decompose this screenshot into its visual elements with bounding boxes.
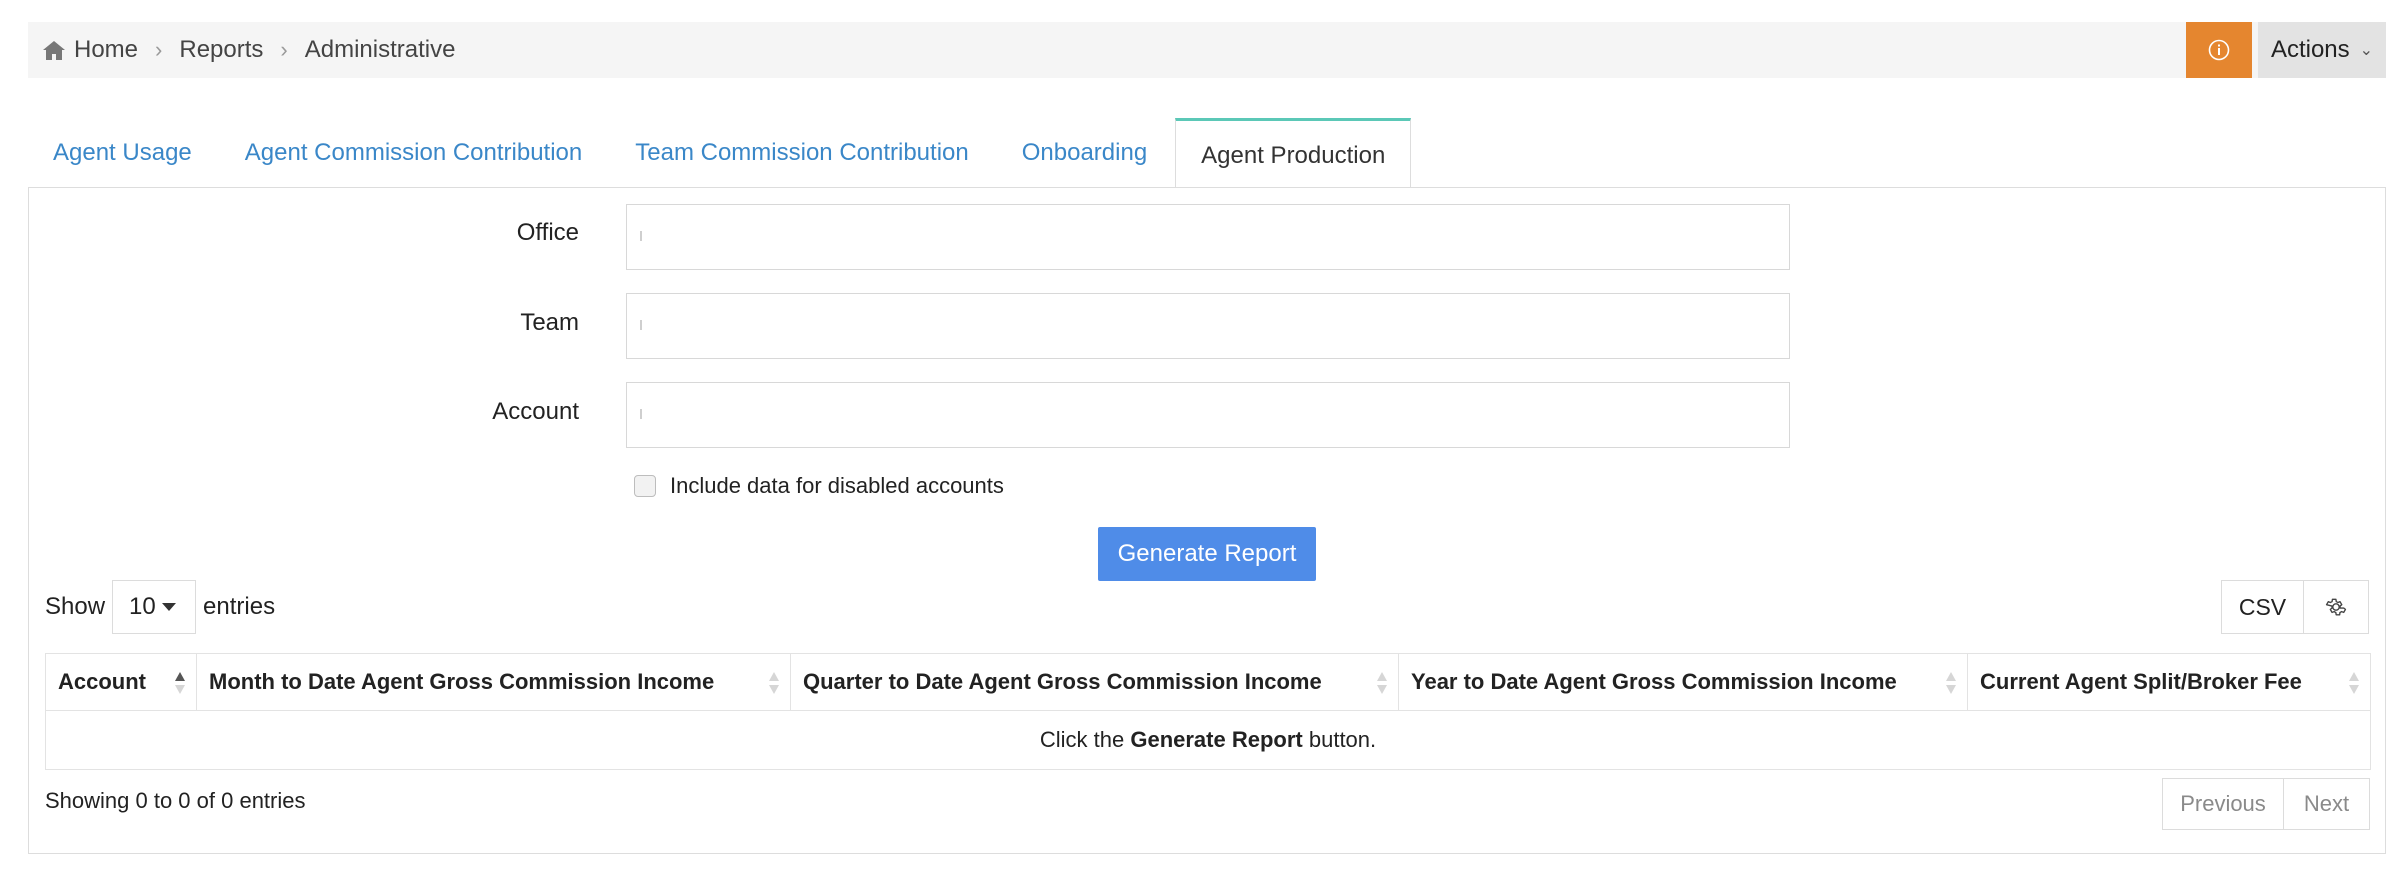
chevron-right-icon: › [155, 37, 163, 62]
account-select[interactable] [626, 382, 1790, 448]
previous-page-button[interactable]: Previous [2162, 778, 2284, 830]
tab-agent-production[interactable]: Agent Production [1175, 118, 1412, 190]
include-disabled-label[interactable]: Include data for disabled accounts [670, 473, 1004, 499]
account-label: Account [492, 398, 579, 425]
home-icon [43, 41, 65, 60]
office-select[interactable] [626, 204, 1790, 270]
breadcrumb-reports[interactable]: Reports [179, 36, 263, 64]
include-disabled-checkbox[interactable] [634, 475, 656, 497]
page-length-value: 10 [129, 593, 156, 620]
column-header-label: Month to Date Agent Gross Commission Inc… [209, 669, 715, 694]
caret-down-icon [161, 603, 176, 611]
column-header-mtd-gci[interactable]: Month to Date Agent Gross Commission Inc… [196, 653, 791, 711]
report-table: Account Month to Date Agent Gross Commis… [45, 653, 2371, 770]
gear-icon [2325, 598, 2347, 616]
empty-suffix: button. [1308, 727, 1377, 752]
column-header-label: Account [58, 669, 146, 694]
sort-ascending-icon [175, 672, 185, 694]
breadcrumb-home[interactable]: Home [74, 36, 138, 64]
team-label: Team [520, 309, 579, 336]
column-header-label: Quarter to Date Agent Gross Commission I… [803, 669, 1322, 694]
empty-message: Click the Generate Report button. [45, 710, 2371, 770]
report-panel: Office Team Account Include data for dis… [28, 187, 2386, 854]
next-page-button[interactable]: Next [2284, 778, 2370, 830]
column-settings-button[interactable] [2303, 580, 2369, 634]
column-header-qtd-gci[interactable]: Quarter to Date Agent Gross Commission I… [790, 653, 1399, 711]
tab-team-commission-contribution[interactable]: Team Commission Contribution [610, 118, 993, 188]
csv-export-button[interactable]: CSV [2221, 580, 2304, 634]
breadcrumb: Home › Reports › Administrative [42, 22, 455, 78]
info-button[interactable] [2186, 22, 2252, 78]
top-bar: Home › Reports › Administrative Actions … [28, 22, 2386, 78]
tab-agent-usage[interactable]: Agent Usage [28, 118, 217, 188]
text-cursor [640, 231, 642, 241]
column-header-split-broker-fee[interactable]: Current Agent Split/Broker Fee [1967, 653, 2371, 711]
actions-dropdown-button[interactable]: Actions ⌄ [2258, 22, 2386, 78]
sort-icon [769, 672, 779, 694]
entries-label: entries [203, 593, 276, 620]
chevron-down-icon: ⌄ [2359, 42, 2374, 59]
report-tabs: Agent Usage Agent Commission Contributio… [28, 118, 1414, 190]
actions-label: Actions [2270, 36, 2350, 63]
page-length-control: Show 10 entries [45, 580, 275, 634]
sort-icon [1946, 672, 1956, 694]
column-header-account[interactable]: Account [45, 653, 197, 711]
empty-prefix: Click the [1039, 727, 1125, 752]
column-header-ytd-gci[interactable]: Year to Date Agent Gross Commission Inco… [1398, 653, 1968, 711]
team-select[interactable] [626, 293, 1790, 359]
table-header-row: Account Month to Date Agent Gross Commis… [45, 653, 2371, 711]
breadcrumb-current: Administrative [304, 36, 456, 63]
table-info: Showing 0 to 0 of 0 entries [45, 788, 306, 813]
sort-icon [2349, 672, 2359, 694]
tab-onboarding[interactable]: Onboarding [997, 118, 1172, 188]
text-cursor [640, 320, 642, 330]
office-label: Office [516, 219, 579, 246]
tab-agent-commission-contribution[interactable]: Agent Commission Contribution [220, 118, 608, 188]
show-label: Show [45, 593, 106, 620]
pagination: Previous Next [2162, 778, 2370, 830]
column-header-label: Current Agent Split/Broker Fee [1980, 669, 2302, 694]
column-header-label: Year to Date Agent Gross Commission Inco… [1411, 669, 1897, 694]
chevron-right-icon: › [280, 37, 288, 62]
text-cursor [640, 409, 642, 419]
empty-bold: Generate Report [1130, 727, 1303, 752]
page-length-select[interactable]: 10 [112, 580, 197, 634]
include-disabled-row: Include data for disabled accounts [634, 473, 1004, 499]
table-empty-row: Click the Generate Report button. [45, 710, 2371, 770]
info-icon [2208, 39, 2230, 61]
sort-icon [1377, 672, 1387, 694]
generate-report-button[interactable]: Generate Report [1098, 527, 1316, 581]
